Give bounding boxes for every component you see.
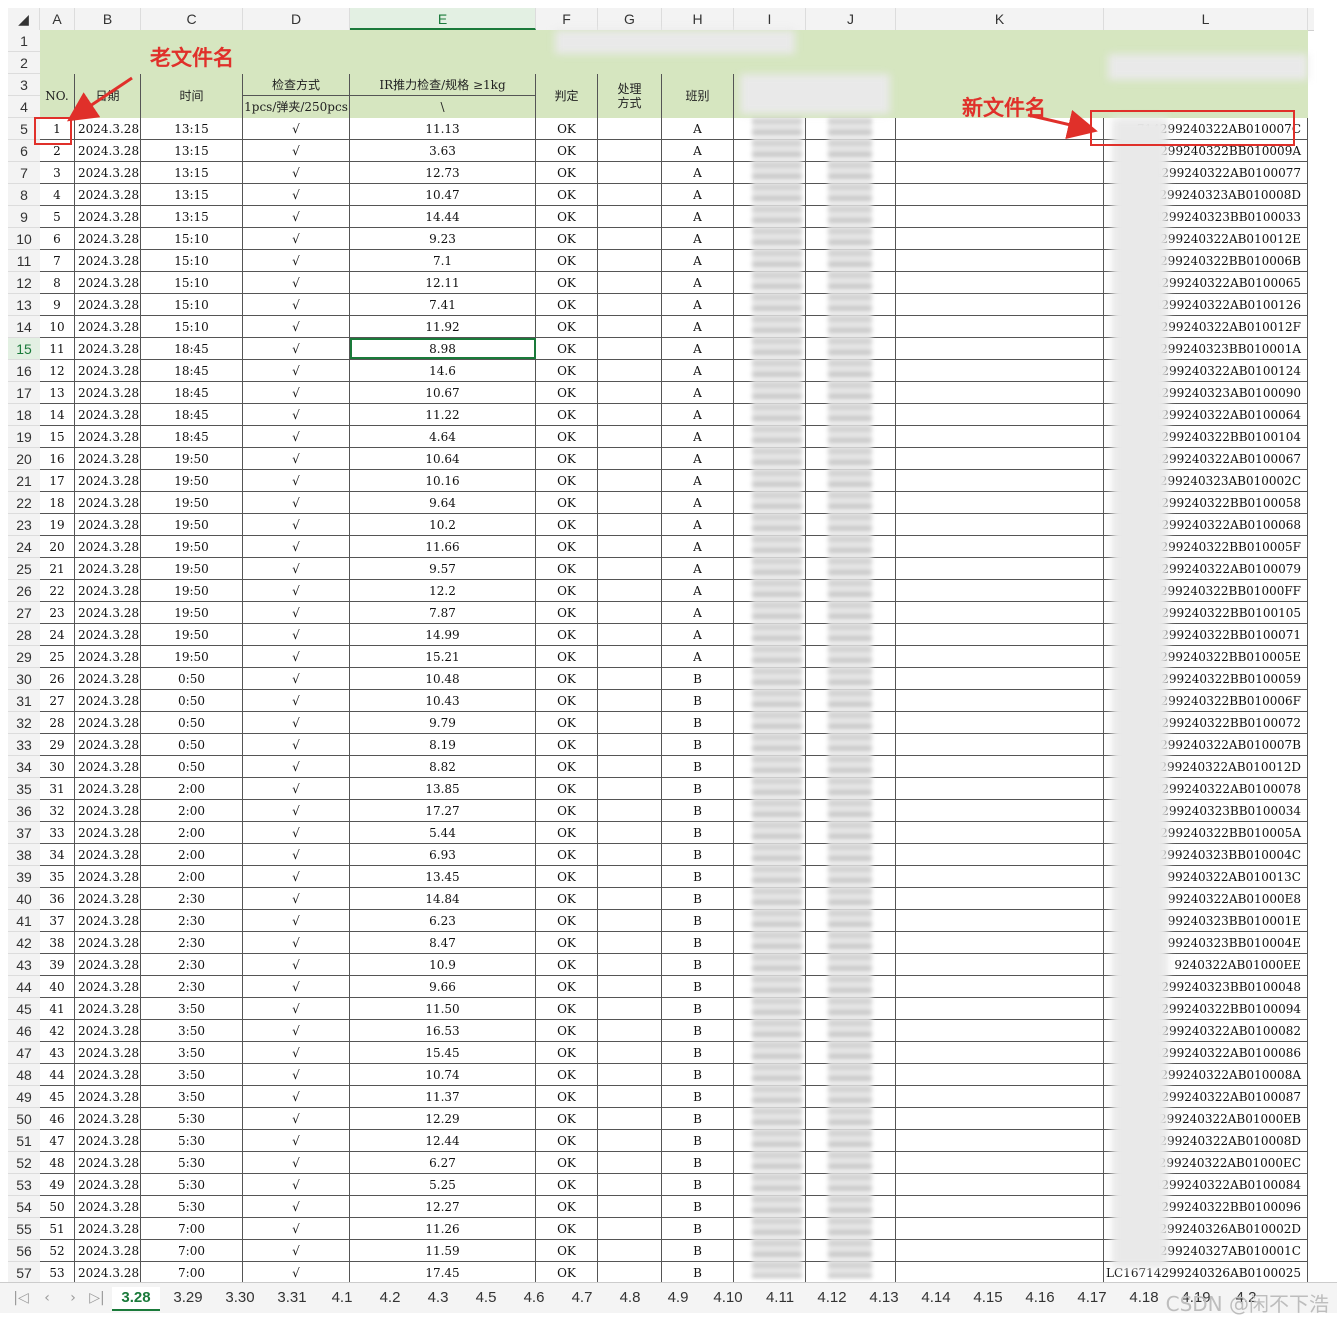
prev-sheet-icon[interactable]: ‹ [36, 1287, 58, 1309]
sheet-tab[interactable]: 4.1 [320, 1287, 364, 1309]
spreadsheet: ◢ ABCDEFGHIJKL 1 2 3 4 5 6 7 8 9 10 11 12 13 14 15 16 17… [0, 0, 1337, 1325]
sheet-tab[interactable]: 3.28 [112, 1287, 160, 1311]
sheet-tab[interactable]: 3.31 [268, 1287, 316, 1309]
sheet-tab[interactable]: 3.30 [216, 1287, 264, 1309]
sheet-tab[interactable]: 4.2 [368, 1287, 412, 1309]
old-name-arrow [67, 76, 133, 122]
first-sheet-icon[interactable]: |◁ [10, 1287, 32, 1309]
sheet-tab[interactable]: 4.10 [704, 1287, 752, 1309]
sheet-tab[interactable]: 4.17 [1068, 1287, 1116, 1309]
sheet-tab[interactable]: 4.9 [656, 1287, 700, 1309]
sheet-tab[interactable]: 3.29 [164, 1287, 212, 1309]
sheet-tab[interactable]: 4.5 [464, 1287, 508, 1309]
sheet-tab[interactable]: 4.14 [912, 1287, 960, 1309]
sheet-tab[interactable]: 4.13 [860, 1287, 908, 1309]
sheet-tab[interactable]: 4.16 [1016, 1287, 1064, 1309]
sheet-tab[interactable]: 4.6 [512, 1287, 556, 1309]
sheet-tab[interactable]: 4.18 [1120, 1287, 1168, 1309]
sheet-tab-bar: |◁ ‹ › ▷| 3.28 3.29 3.30 3.31 4.1 4.2 4.3 4.5 4.… [0, 1282, 1337, 1313]
sheet-tab[interactable]: 4.12 [808, 1287, 856, 1309]
last-sheet-icon[interactable]: ▷| [86, 1287, 108, 1309]
sheet-tab[interactable]: 4.15 [964, 1287, 1012, 1309]
sheet-tab[interactable]: 4.3 [416, 1287, 460, 1309]
sheet-tab[interactable]: 4.11 [756, 1287, 804, 1309]
sheet-tab[interactable]: 4.8 [608, 1287, 652, 1309]
sheet-tab[interactable]: 4.7 [560, 1287, 604, 1309]
annotation-arrows [67, 76, 1098, 140]
new-name-arrow [1027, 109, 1098, 140]
next-sheet-icon[interactable]: › [62, 1287, 84, 1309]
watermark: CSDN @闲不下浩 [1165, 1292, 1329, 1316]
